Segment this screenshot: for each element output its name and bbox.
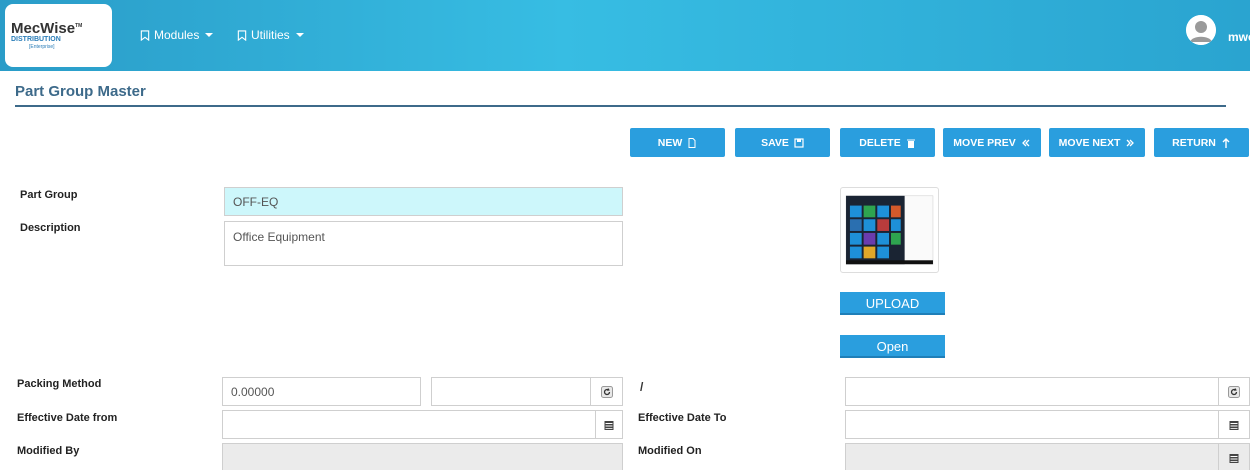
chevrons-right-icon (1126, 139, 1135, 146)
brand-edition: [Enterprise] (29, 44, 55, 50)
nav-utilities[interactable]: Utilities (237, 28, 304, 42)
bookmark-icon (140, 29, 150, 41)
packing-method-lookup-button[interactable] (591, 377, 623, 406)
modified-by-input (222, 443, 623, 470)
save-icon (794, 137, 804, 148)
save-button-label: SAVE (761, 136, 789, 149)
username[interactable]: mwo (1228, 30, 1250, 44)
part-group-input[interactable]: OFF-EQ (224, 187, 623, 216)
move-next-button-label: MOVE NEXT (1058, 136, 1121, 149)
part-group-image (840, 187, 939, 273)
effective-to-label: Effective Date To (638, 412, 727, 424)
open-button[interactable]: Open (840, 335, 945, 358)
nav-utilities-label: Utilities (251, 28, 290, 42)
new-button-label: NEW (657, 136, 683, 149)
effective-to-input[interactable] (845, 410, 1219, 439)
calendar-icon (604, 420, 614, 430)
brand-tm: TM (75, 23, 83, 29)
effective-to-calendar-button[interactable] (1219, 410, 1250, 439)
top-navbar: MecWiseTM DISTRIBUTION [Enterprise] Modu… (0, 0, 1250, 71)
file-icon (688, 137, 696, 148)
packing-method-label: Packing Method (17, 378, 102, 390)
return-button[interactable]: RETURN (1154, 128, 1249, 157)
save-button[interactable]: SAVE (735, 128, 830, 157)
modified-on-input (845, 443, 1219, 470)
return-button-label: RETURN (1172, 136, 1216, 149)
calendar-icon (1229, 453, 1239, 463)
chevron-down-icon (295, 33, 304, 37)
move-prev-button[interactable]: MOVE PREV (943, 128, 1041, 157)
modified-on-calendar-button[interactable] (1219, 443, 1250, 470)
bookmark-icon (237, 29, 247, 41)
calendar-icon (1229, 420, 1239, 430)
refresh-icon (1228, 385, 1240, 398)
packing-method-qty-input[interactable]: 0.00000 (222, 377, 421, 406)
effective-from-input[interactable] (222, 410, 596, 439)
effective-from-label: Effective Date from (17, 412, 118, 424)
part-group-label: Part Group (20, 189, 78, 201)
brand-subtitle: DISTRIBUTION (11, 36, 61, 43)
modified-by-label: Modified By (17, 445, 80, 457)
refresh-icon (600, 385, 613, 398)
effective-from-calendar-button[interactable] (596, 410, 623, 439)
new-button[interactable]: NEW (630, 128, 725, 157)
nav-modules[interactable]: Modules (140, 28, 214, 42)
user-avatar-icon[interactable] (1186, 15, 1216, 45)
chevron-down-icon (205, 33, 214, 37)
nav-modules-label: Modules (154, 28, 200, 42)
trash-icon (906, 139, 915, 148)
packing-right-input[interactable] (845, 377, 1219, 406)
brand-name: MecWise (11, 20, 76, 37)
title-divider (15, 105, 1226, 107)
description-label: Description (20, 222, 81, 234)
description-textarea[interactable]: Office Equipment (224, 221, 623, 266)
move-next-button[interactable]: MOVE NEXT (1049, 128, 1145, 157)
packing-right-lookup-button[interactable] (1219, 377, 1250, 406)
arrow-up-icon (1222, 137, 1230, 148)
slash-separator: / (640, 380, 644, 394)
packing-method-unit-input[interactable] (431, 377, 591, 406)
page-title: Part Group Master (15, 83, 146, 100)
move-prev-button-label: MOVE PREV (953, 136, 1016, 149)
upload-button[interactable]: UPLOAD (840, 292, 945, 315)
modified-on-label: Modified On (638, 445, 702, 457)
chevrons-left-icon (1021, 139, 1030, 146)
delete-button[interactable]: DELETE (840, 128, 935, 157)
screenshot-thumbnail-icon (845, 195, 934, 265)
delete-button-label: DELETE (859, 136, 901, 149)
brand-logo[interactable]: MecWiseTM DISTRIBUTION [Enterprise] (5, 4, 112, 67)
